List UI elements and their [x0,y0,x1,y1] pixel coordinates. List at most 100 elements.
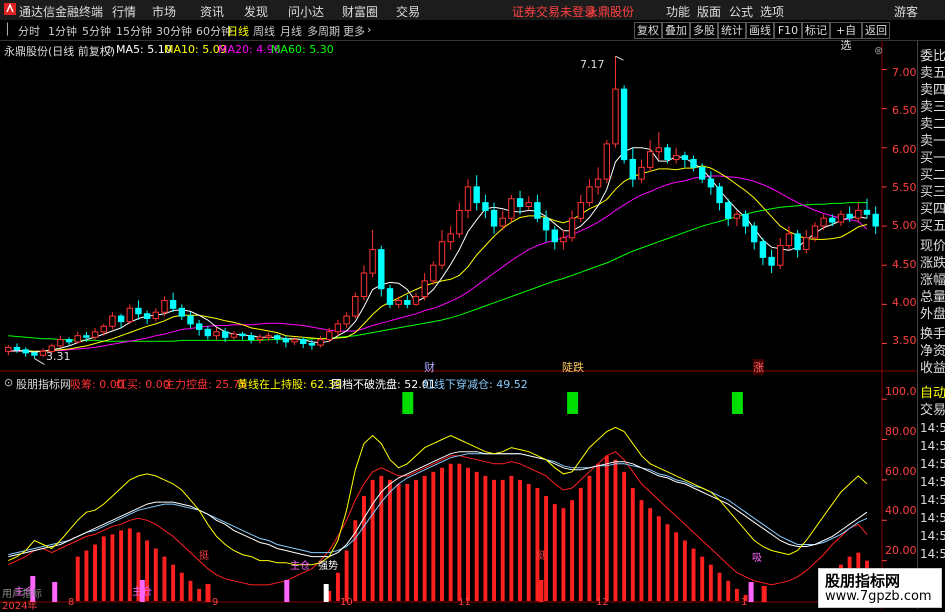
statistics-button[interactable]: 统计 [718,22,746,39]
indicator-axis-label: 60.00 [885,465,917,478]
candle [560,237,567,243]
period-5min[interactable]: 5分钟 [82,23,111,39]
watermark-url: www.7gpzb.com [825,589,932,604]
candle [447,233,454,243]
period-more[interactable]: 更多 [343,23,365,39]
ma10-line [8,165,868,352]
candle [629,159,636,180]
menu-item-wealth[interactable]: 财富圈 [342,3,378,20]
indicator-axis-label: 40.00 [885,504,917,517]
ma-settings-icon[interactable]: ⊙ [104,43,113,56]
chart-canvas[interactable] [0,41,917,609]
candle [490,209,498,227]
candle [378,249,385,290]
candle [872,213,879,227]
auto-trade-label[interactable]: 交易 [920,399,945,418]
candle [577,202,584,219]
candle [196,323,203,330]
candle [707,178,715,188]
menu-item-trade[interactable]: 交易 [396,3,420,20]
date-axis-month: 9 [212,597,219,608]
candle [803,237,810,251]
menu-item-options[interactable]: 选项 [760,3,784,20]
candle [369,249,376,274]
candle [126,307,133,323]
menu-item-market[interactable]: 市场 [152,3,176,20]
period-monthly[interactable]: 月线 [280,23,302,39]
candle [291,339,298,343]
price-axis-label: 4.00 [892,296,917,309]
low-marker-line [34,357,45,365]
candle [742,213,749,227]
high-marker-line [615,55,624,61]
candle [846,213,853,219]
candle [811,225,819,239]
add-favorite-button[interactable]: +自选 [830,22,862,52]
tick-time: 14:56 [920,529,945,543]
candle [620,88,628,161]
candle [256,336,264,341]
draw-line-button[interactable]: 画线 [746,22,774,39]
candle [282,338,290,343]
candle [534,202,541,219]
event-marker-drop[interactable]: 陡跌 [562,359,584,375]
menu-item-quotes[interactable]: 行情 [112,3,136,20]
candle [109,315,116,327]
candle [239,333,246,337]
menu-item-discover[interactable]: 发现 [244,3,268,20]
candle [152,311,160,320]
period-15min[interactable]: 15分钟 [116,23,152,39]
period-multi[interactable]: 多周期 [307,23,340,39]
indicator-value-redbuy: 红买: 0.00 [116,378,170,391]
chevron-right-icon[interactable]: › [367,23,371,36]
signal-green-bar [402,392,414,414]
close-panel-icon[interactable]: ⊗ [874,44,883,57]
signal-green-bars [402,392,743,414]
candle [751,225,758,243]
panel-label: 外盘 [920,307,945,322]
price-axis-label: 6.00 [892,143,917,156]
price-axis-label: 7.00 [892,66,917,79]
tick-time: 14:56 [920,457,945,471]
adjust-button[interactable]: 复权 [634,22,662,39]
tick-time: 14:56 [920,547,945,561]
return-button[interactable]: 返回 [862,22,890,39]
period-daily[interactable]: 日线 [227,23,249,39]
indicator-settings-icon[interactable]: ⊙ [4,376,13,389]
candle [612,88,619,145]
indicator-value-white: 回档不破洗盘: 52.01 [331,378,436,391]
overlay-button[interactable]: 叠加 [662,22,690,39]
period-weekly[interactable]: 周线 [253,23,275,39]
menu-item-formula[interactable]: 公式 [729,3,753,20]
event-marker-rise[interactable]: 涨 [753,359,764,375]
user-indicator-tab[interactable]: 用户指标 [2,585,42,600]
signal-bottom-bar [748,582,754,602]
menu-item-function[interactable]: 功能 [666,3,690,20]
period-intraday[interactable]: 分时 [18,23,40,39]
mark-button[interactable]: 标记 [802,22,830,39]
f10-button[interactable]: F10 [774,22,802,39]
event-marker-finance[interactable]: 财 [424,359,435,375]
login-notice[interactable]: 证券交易未登录 [512,3,596,20]
candle [161,300,168,313]
candle [568,217,576,239]
menu-item-layout[interactable]: 版面 [697,3,721,20]
period-30min[interactable]: 30分钟 [156,23,192,39]
signal-bottom-bar [284,580,290,602]
period-1min[interactable]: 1分钟 [48,23,77,39]
tick-time: 14:56 [920,493,945,507]
candle [863,209,871,215]
candle [837,213,845,223]
menu-item-ask[interactable]: 问小达 [288,3,324,20]
app-logo-icon[interactable] [4,3,16,18]
candle [386,288,394,305]
candle [430,264,437,282]
candle [57,339,64,347]
multi-stock-button[interactable]: 多股 [690,22,718,39]
candle [794,233,801,251]
user-guest[interactable]: 游客 [894,3,918,20]
collapse-icon[interactable]: │ [4,23,11,36]
candle [516,198,524,207]
watermark-logo: 股朋指标网 www.7gpzb.com [818,568,942,608]
menu-item-news[interactable]: 资讯 [200,3,224,20]
